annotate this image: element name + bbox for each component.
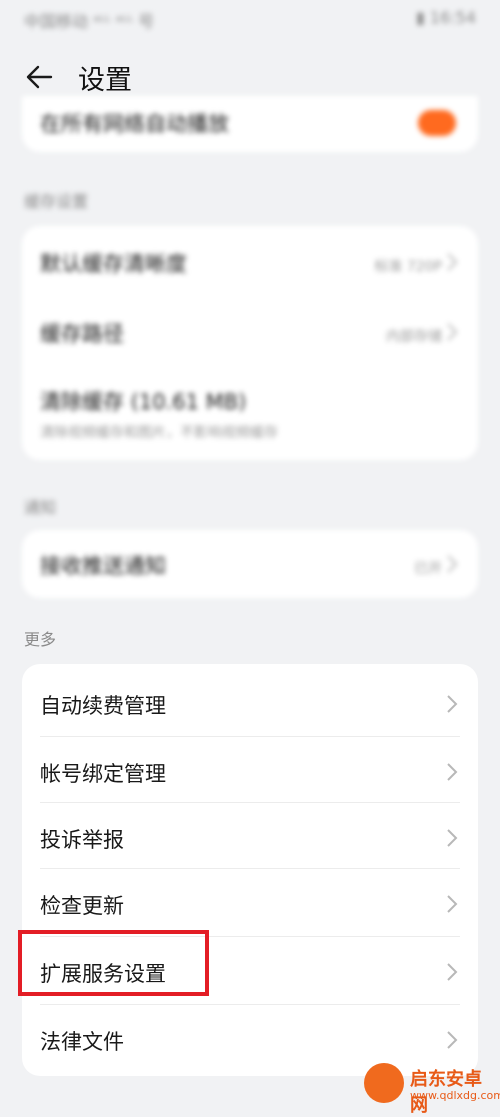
list-item-cache-path[interactable]: 缓存路径 内部存储 xyxy=(22,298,478,366)
item-label: 接收推送通知 xyxy=(40,554,166,578)
item-label: 自动续费管理 xyxy=(40,694,166,718)
notify-card: 接收推送通知 已开 xyxy=(22,530,478,598)
section-title-more: 更多 xyxy=(24,630,57,649)
item-value: 内部存储 xyxy=(386,329,442,345)
cache-card: 默认缓存清晰度 标准 720P 缓存路径 内部存储 清除缓存 (10.61 MB… xyxy=(22,226,478,460)
item-label: 法律文件 xyxy=(40,1030,124,1054)
back-arrow-icon[interactable] xyxy=(24,62,54,92)
item-label: 缓存路径 xyxy=(40,322,124,346)
item-label: 检查更新 xyxy=(40,894,124,918)
section-title-notify: 通知 xyxy=(24,498,57,517)
carrier-signal: 中国移动 ᵃᴸᴸ ᵃᴸᴸ 号 xyxy=(24,12,155,31)
chevron-right-icon xyxy=(447,1031,458,1049)
chevron-right-icon xyxy=(447,695,458,713)
more-card: 自动续费管理 帐号绑定管理 投诉举报 检查更新 扩展服务设置 法律文件 xyxy=(22,664,478,1076)
list-item-push-notify[interactable]: 接收推送通知 已开 xyxy=(22,530,478,598)
list-item-clear-cache[interactable]: 清除缓存 (10.61 MB) 清除视频缓存和图片，不影响视频缓存 xyxy=(22,366,478,460)
watermark-url: www.qdlxdg.com xyxy=(410,1089,500,1102)
autoplay-card: 在所有网络自动播放 xyxy=(22,96,478,152)
item-label: 默认缓存清晰度 xyxy=(40,252,187,276)
chevron-right-icon xyxy=(447,763,458,781)
item-label: 清除缓存 (10.61 MB) xyxy=(40,390,247,414)
autoplay-toggle[interactable] xyxy=(418,110,456,136)
item-label: 投诉举报 xyxy=(40,828,124,852)
item-value: 标准 720P xyxy=(374,259,442,275)
item-label: 帐号绑定管理 xyxy=(40,762,166,786)
chevron-right-icon xyxy=(447,895,458,913)
chevron-right-icon xyxy=(447,253,458,271)
site-watermark: 启东安卓网 www.qdlxdg.com xyxy=(364,1063,500,1116)
list-item-auto-renew[interactable]: 自动续费管理 xyxy=(22,664,478,732)
highlight-box xyxy=(18,930,209,996)
autoplay-label: 在所有网络自动播放 xyxy=(40,112,229,136)
battery-time: ▮ 16:54 xyxy=(416,8,476,27)
watermark-logo-icon xyxy=(364,1063,404,1103)
chevron-right-icon xyxy=(447,963,458,981)
chevron-right-icon xyxy=(447,829,458,847)
item-subtext: 清除视频缓存和图片，不影响视频缓存 xyxy=(40,425,278,441)
autoplay-row[interactable]: 在所有网络自动播放 xyxy=(22,96,478,152)
list-item-complaint-report[interactable]: 投诉举报 xyxy=(22,802,478,868)
chevron-right-icon xyxy=(447,555,458,573)
list-item-account-binding[interactable]: 帐号绑定管理 xyxy=(22,736,478,802)
section-title-cache: 缓存设置 xyxy=(24,192,89,211)
page-title: 设置 xyxy=(78,65,132,96)
status-bar: 中国移动 ᵃᴸᴸ ᵃᴸᴸ 号 ▮ 16:54 xyxy=(0,0,500,40)
list-item-default-quality[interactable]: 默认缓存清晰度 标准 720P xyxy=(22,226,478,298)
item-value: 已开 xyxy=(414,561,442,577)
list-item-check-update[interactable]: 检查更新 xyxy=(22,868,478,936)
chevron-right-icon xyxy=(447,323,458,341)
